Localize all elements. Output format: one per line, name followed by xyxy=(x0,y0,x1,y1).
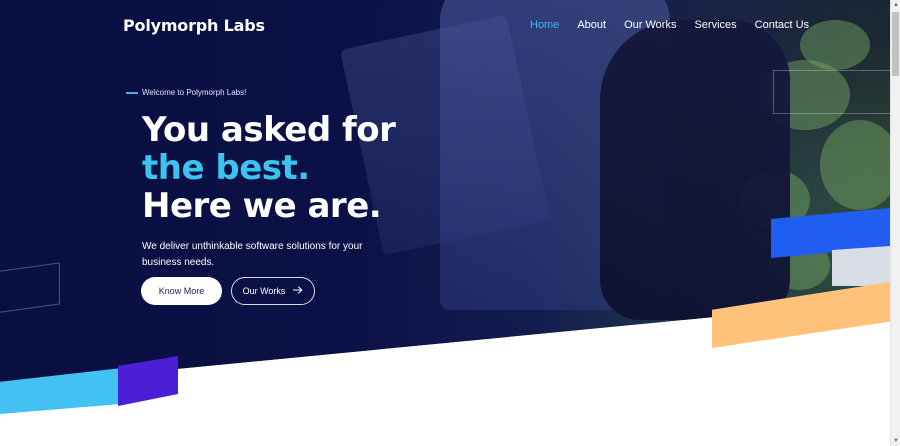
nav-item-contact-us[interactable]: Contact Us xyxy=(755,19,809,31)
decorative-outline-box xyxy=(773,70,890,114)
page: Polymorph Labs Home About Our Works Serv… xyxy=(0,0,900,446)
eyebrow-dash xyxy=(126,91,138,94)
main-nav: Home About Our Works Services Contact Us xyxy=(530,19,827,31)
headline-line-1: You asked for xyxy=(142,110,396,150)
hero-eyebrow: Welcome to Polymorph Labs! xyxy=(126,88,246,97)
our-works-label: Our Works xyxy=(242,286,286,296)
scrollbar-thumb[interactable] xyxy=(892,12,899,76)
foliage-blob xyxy=(820,120,890,210)
hero-subtext: We deliver unthinkable software solution… xyxy=(142,241,363,268)
know-more-button[interactable]: Know More xyxy=(141,277,222,305)
nav-item-about[interactable]: About xyxy=(577,19,606,31)
scroll-down-icon[interactable]: ▼ xyxy=(891,436,900,446)
know-more-label: Know More xyxy=(158,286,205,296)
nav-item-home[interactable]: Home xyxy=(530,19,559,31)
nav-item-services[interactable]: Services xyxy=(694,19,736,31)
viewport: Polymorph Labs Home About Our Works Serv… xyxy=(0,0,890,446)
hero-headline: You asked for the best. Here we are. xyxy=(142,110,396,226)
brand-logo[interactable]: Polymorph Labs xyxy=(123,16,265,35)
person-arm-silhouette xyxy=(600,20,790,320)
scroll-up-icon[interactable]: ▲ xyxy=(891,0,900,10)
headline-line-3: Here we are. xyxy=(142,186,382,226)
arrow-right-icon xyxy=(292,285,303,297)
nav-item-our-works[interactable]: Our Works xyxy=(624,19,676,31)
eyebrow-text: Welcome to Polymorph Labs! xyxy=(142,88,247,97)
headline-line-2: the best. xyxy=(142,148,310,188)
our-works-button[interactable]: Our Works xyxy=(231,277,315,305)
vertical-scrollbar[interactable]: ▲ ▼ xyxy=(890,0,900,446)
decorative-gray-shape xyxy=(832,246,890,286)
